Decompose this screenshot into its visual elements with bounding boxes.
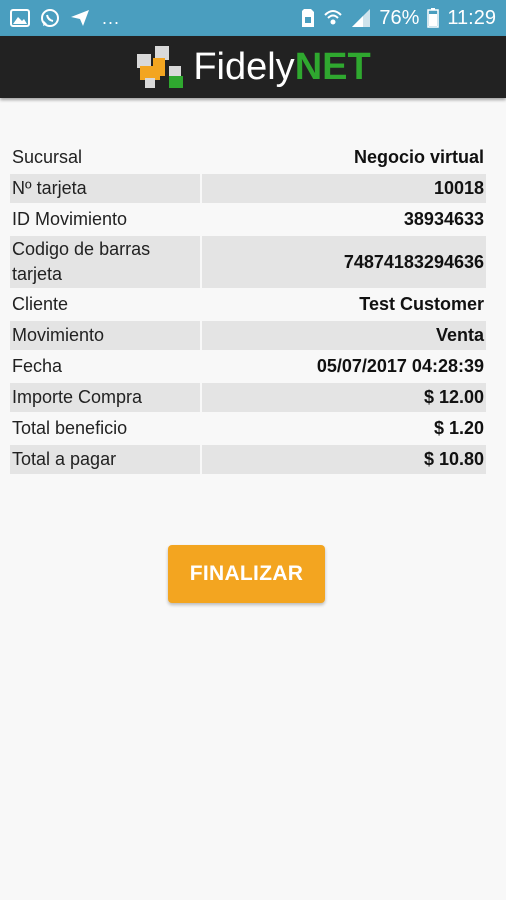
detail-label: Total a pagar [10, 445, 200, 474]
app-header: FidelyNET [0, 36, 506, 98]
detail-label: Fecha [12, 356, 63, 376]
detail-row-date: Fecha 05/07/2017 04:28:39 [10, 352, 486, 381]
status-bar: ... 76% 11:29 [0, 0, 506, 36]
detail-value: Venta [202, 321, 486, 350]
detail-value: $ 10.80 [202, 445, 486, 474]
detail-row-purchase-amount: Importe Compra $ 12.00 [10, 383, 486, 412]
detail-label: Importe Compra [10, 383, 200, 412]
transaction-details: Sucursal Negocio virtual Nº tarjeta 1001… [10, 143, 486, 476]
detail-label: ID Movimiento [12, 209, 128, 229]
logo-mark-icon [135, 44, 185, 90]
clock: 11:29 [447, 6, 496, 29]
detail-row-total-benefit: Total beneficio $ 1.20 [10, 414, 486, 443]
detail-row-movement-id: ID Movimiento 38934633 [10, 205, 486, 234]
detail-value: 38934633 [403, 209, 484, 229]
detail-row-total-to-pay: Total a pagar $ 10.80 [10, 445, 486, 474]
detail-label: Codigo de barras tarjeta [10, 236, 200, 288]
detail-value: Test Customer [359, 294, 484, 314]
battery-percent: 76% [379, 6, 420, 29]
finalize-button[interactable]: FINALIZAR [168, 545, 325, 603]
fidelynet-logo: FidelyNET [135, 44, 371, 90]
sim-icon [301, 8, 315, 28]
detail-row-card-number: Nº tarjeta 10018 [10, 174, 486, 203]
detail-value: $ 1.20 [433, 418, 484, 438]
detail-label: Sucursal [12, 147, 83, 167]
detail-value: Negocio virtual [353, 147, 484, 167]
detail-row-sucursal: Sucursal Negocio virtual [10, 143, 486, 172]
logo-text-fidely: Fidely [193, 46, 295, 88]
detail-label: Cliente [12, 294, 69, 314]
image-icon [10, 9, 30, 27]
wifi-icon [323, 8, 343, 28]
detail-row-customer: Cliente Test Customer [10, 290, 486, 319]
logo-wordmark: FidelyNET [193, 48, 370, 86]
detail-value: 10018 [202, 174, 486, 203]
more-notifications-indicator: ... [102, 7, 121, 28]
status-bar-system: 76% 11:29 [301, 7, 496, 30]
signal-icon [351, 8, 371, 28]
logo-text-net: NET [294, 46, 371, 88]
whatsapp-icon [40, 8, 60, 28]
detail-label: Nº tarjeta [10, 174, 200, 203]
detail-label: Total beneficio [12, 418, 128, 438]
detail-row-card-barcode: Codigo de barras tarjeta 74874183294636 [10, 236, 486, 288]
detail-label: Movimiento [10, 321, 200, 350]
detail-value: 05/07/2017 04:28:39 [316, 356, 484, 376]
send-icon [70, 9, 90, 27]
detail-value: $ 12.00 [202, 383, 486, 412]
battery-icon [427, 8, 440, 28]
status-bar-notifications: ... [10, 8, 301, 29]
detail-value: 74874183294636 [202, 236, 486, 288]
detail-row-movement-type: Movimiento Venta [10, 321, 486, 350]
